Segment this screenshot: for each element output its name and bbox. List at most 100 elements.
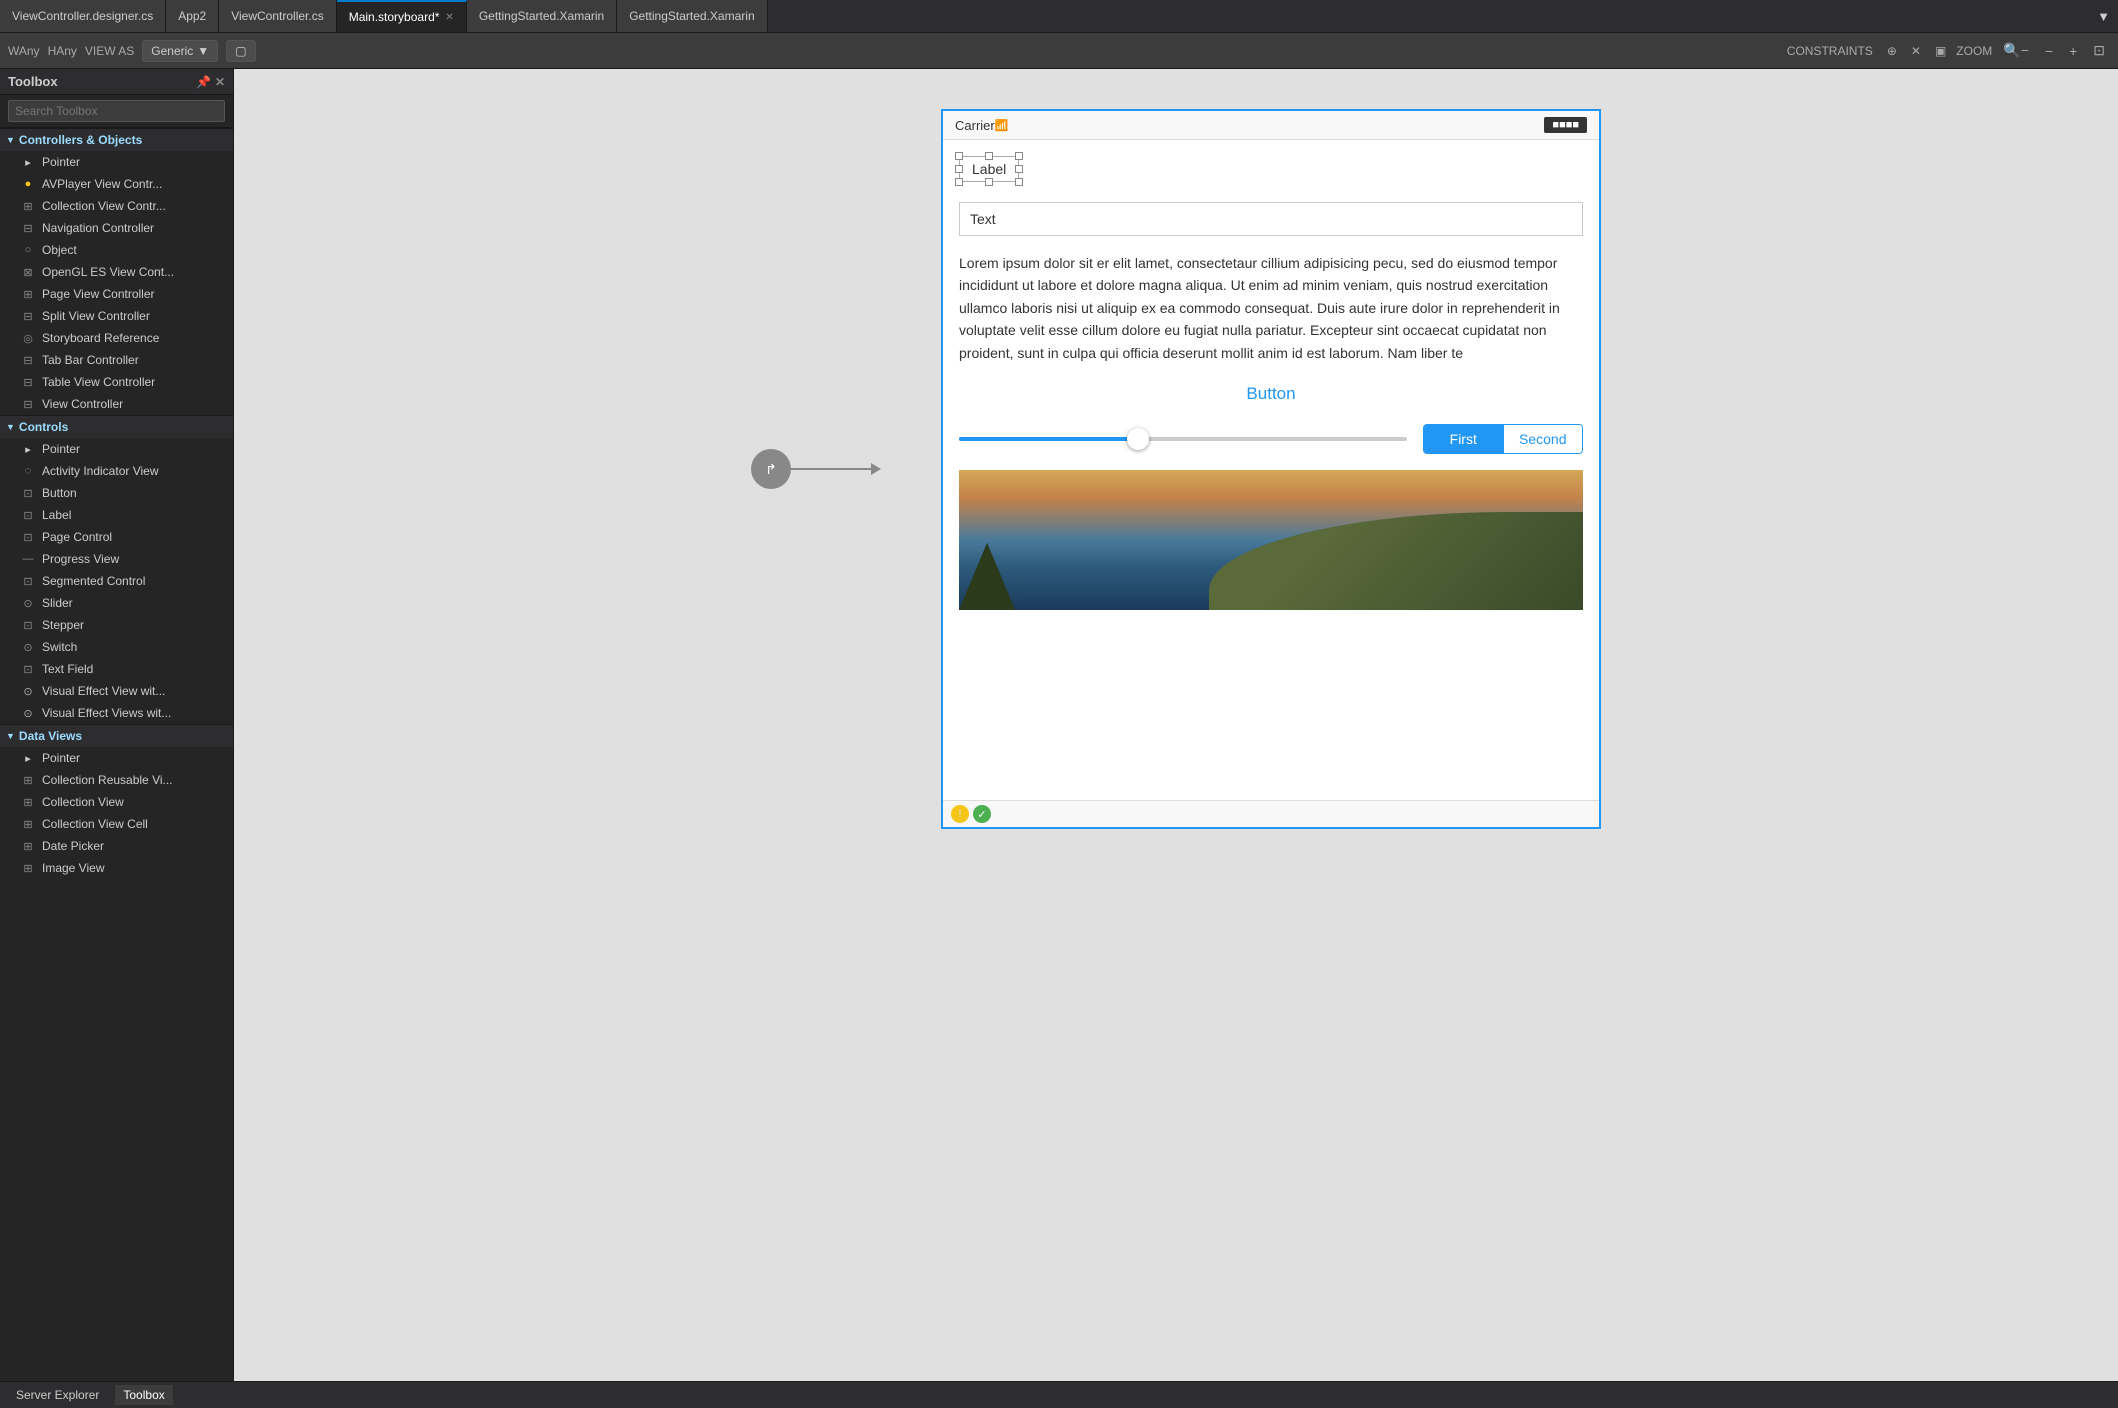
group-data-views[interactable]: ▼ Data Views xyxy=(0,724,233,747)
list-item[interactable]: ⊙ Slider xyxy=(0,592,233,614)
list-item[interactable]: ⊟ Navigation Controller xyxy=(0,217,233,239)
list-item[interactable]: ⊙ Switch xyxy=(0,636,233,658)
handle-mr[interactable] xyxy=(1015,165,1023,173)
item-label: Tab Bar Controller xyxy=(42,353,139,367)
tab-viewcontroller-cs[interactable]: ViewController.cs xyxy=(219,0,336,32)
app-bottom-bar: Server Explorer Toolbox xyxy=(0,1381,2118,1408)
add-constraint-icon[interactable]: ⊕ xyxy=(1883,42,1901,60)
group-controllers-objects[interactable]: ▼ Controllers & Objects xyxy=(0,128,233,151)
list-item[interactable]: ⊞ Collection View xyxy=(0,791,233,813)
list-item[interactable]: ⊡ Label xyxy=(0,504,233,526)
handle-bl[interactable] xyxy=(955,178,963,186)
frame-icon: ▢ xyxy=(235,44,246,58)
date-picker-icon: ⊞ xyxy=(20,838,36,854)
zoom-out-button[interactable]: − xyxy=(2040,41,2058,61)
progress-icon: — xyxy=(20,551,36,567)
list-item[interactable]: ▸ Pointer xyxy=(0,438,233,460)
view-ctrl-icon: ⊟ xyxy=(20,396,36,412)
handle-ml[interactable] xyxy=(955,165,963,173)
handle-tr[interactable] xyxy=(1015,152,1023,160)
battery-indicator: ■■■■ xyxy=(1544,117,1587,133)
visual-effect-1-icon: ⊙ xyxy=(20,683,36,699)
segment-first[interactable]: First xyxy=(1424,425,1503,453)
group-arrow-icon: ▼ xyxy=(6,422,15,432)
list-item[interactable]: ⊞ Collection View Cell xyxy=(0,813,233,835)
constraint-layout-icon[interactable]: ▣ xyxy=(1931,42,1950,60)
list-item[interactable]: ⊟ Table View Controller xyxy=(0,371,233,393)
chevron-down-icon: ▼ xyxy=(197,44,209,58)
close-toolbox-icon[interactable]: ✕ xyxy=(215,75,225,89)
canvas-area[interactable]: ↱ Carrier 📶 ■■■■ xyxy=(234,69,2118,1381)
item-label: Collection View Contr... xyxy=(42,199,166,213)
ui-button[interactable]: Button xyxy=(959,384,1583,404)
ui-slider[interactable] xyxy=(959,437,1407,441)
tab-getting-started-2[interactable]: GettingStarted.Xamarin xyxy=(617,0,767,32)
list-item[interactable]: ⊞ Collection View Contr... xyxy=(0,195,233,217)
slider-thumb[interactable] xyxy=(1127,428,1149,450)
list-item[interactable]: ⊟ Tab Bar Controller xyxy=(0,349,233,371)
main-layout: Toolbox 📌 ✕ ▼ Controllers & Objects ▸ Po… xyxy=(0,69,2118,1381)
frame-toggle-button[interactable]: ▢ xyxy=(226,40,255,62)
handle-bm[interactable] xyxy=(985,178,993,186)
handle-br[interactable] xyxy=(1015,178,1023,186)
item-label: OpenGL ES View Cont... xyxy=(42,265,174,279)
toolbox-tab[interactable]: Toolbox xyxy=(115,1385,172,1405)
zoom-out-small-button[interactable]: 🔍− xyxy=(1998,40,2034,61)
segment-second[interactable]: Second xyxy=(1503,425,1583,453)
zoom-in-button[interactable]: + xyxy=(2064,41,2082,61)
list-item[interactable]: ⊞ Page View Controller xyxy=(0,283,233,305)
item-label: Text Field xyxy=(42,662,93,676)
tab-overflow-dropdown[interactable]: ▼ xyxy=(2089,9,2118,24)
tab-main-storyboard[interactable]: Main.storyboard* ✕ xyxy=(337,0,467,32)
list-item[interactable]: ▸ Pointer xyxy=(0,151,233,173)
item-label: Label xyxy=(42,508,71,522)
list-item[interactable]: ◌ Activity Indicator View xyxy=(0,460,233,482)
list-item[interactable]: ⊞ Date Picker xyxy=(0,835,233,857)
tab-app2[interactable]: App2 xyxy=(166,0,219,32)
list-item[interactable]: ▸ Pointer xyxy=(0,747,233,769)
list-item[interactable]: ⊞ Image View xyxy=(0,857,233,879)
label-selected-wrapper[interactable]: Label xyxy=(959,156,1019,182)
list-item[interactable]: — Progress View xyxy=(0,548,233,570)
pointer-icon: ▸ xyxy=(20,154,36,170)
list-item[interactable]: ⊡ Text Field xyxy=(0,658,233,680)
pin-icon[interactable]: 📌 xyxy=(196,75,211,89)
pointer2-icon: ▸ xyxy=(20,441,36,457)
list-item[interactable]: ⊙ Visual Effect View wit... xyxy=(0,680,233,702)
item-label: Collection View Cell xyxy=(42,817,148,831)
tab-viewcontroller-designer[interactable]: ViewController.designer.cs xyxy=(0,0,166,32)
item-label: Visual Effect Views wit... xyxy=(42,706,171,720)
list-item[interactable]: ⊠ OpenGL ES View Cont... xyxy=(0,261,233,283)
list-item[interactable]: ⊞ Collection Reusable Vi... xyxy=(0,769,233,791)
handle-tl[interactable] xyxy=(955,152,963,160)
label-icon: ⊡ xyxy=(20,507,36,523)
generic-dropdown[interactable]: Generic ▼ xyxy=(142,40,218,62)
list-item[interactable]: ⊟ View Controller xyxy=(0,393,233,415)
list-item[interactable]: ⊡ Segmented Control xyxy=(0,570,233,592)
list-item[interactable]: ● AVPlayer View Contr... xyxy=(0,173,233,195)
list-item[interactable]: ◎ Storyboard Reference xyxy=(0,327,233,349)
handle-tm[interactable] xyxy=(985,152,993,160)
toolbox-title: Toolbox xyxy=(8,74,192,89)
search-input[interactable] xyxy=(8,100,225,122)
list-item[interactable]: ⊙ Visual Effect Views wit... xyxy=(0,702,233,724)
server-explorer-tab[interactable]: Server Explorer xyxy=(8,1385,107,1405)
list-item[interactable]: ⊡ Button xyxy=(0,482,233,504)
ui-text-field[interactable] xyxy=(959,202,1583,236)
list-item[interactable]: ⊡ Page Control xyxy=(0,526,233,548)
zoom-fit-button[interactable]: ⊡ xyxy=(2088,40,2110,61)
iphone-bottom-bar: ! ✓ xyxy=(943,800,1599,827)
group-controls[interactable]: ▼ Controls xyxy=(0,415,233,438)
tab-getting-started-1[interactable]: GettingStarted.Xamarin xyxy=(467,0,617,32)
item-label: Pointer xyxy=(42,155,80,169)
item-label: View Controller xyxy=(42,397,123,411)
list-item[interactable]: ⊡ Stepper xyxy=(0,614,233,636)
close-tab-icon[interactable]: ✕ xyxy=(445,12,453,23)
tab-bar: ViewController.designer.cs App2 ViewCont… xyxy=(0,0,2118,33)
list-item[interactable]: ⊟ Split View Controller xyxy=(0,305,233,327)
ui-segmented-control[interactable]: First Second xyxy=(1423,424,1583,454)
item-label: Image View xyxy=(42,861,104,875)
item-label: Activity Indicator View xyxy=(42,464,159,478)
remove-constraint-icon[interactable]: ✕ xyxy=(1907,42,1925,60)
list-item[interactable]: ○ Object xyxy=(0,239,233,261)
